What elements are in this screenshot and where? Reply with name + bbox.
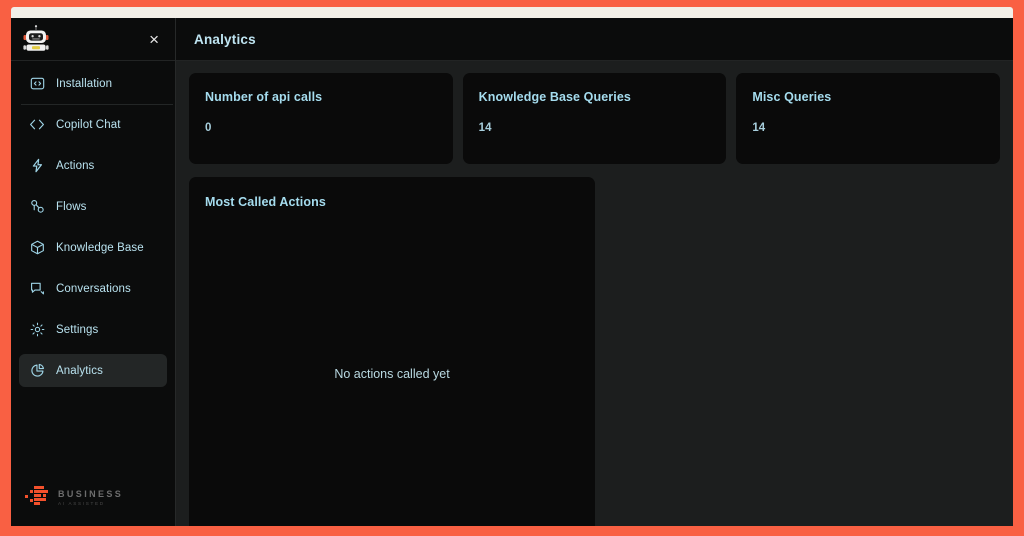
sidebar-item-label: Conversations <box>56 282 131 295</box>
pie-chart-icon <box>29 363 45 379</box>
stat-card-knowledge-base-queries: Knowledge Base Queries 14 <box>462 73 727 164</box>
main-area: Analytics Number of api calls 0 Knowledg… <box>176 18 1013 526</box>
sidebar-item-actions[interactable]: Actions <box>19 149 167 182</box>
stat-title: Number of api calls <box>205 90 323 104</box>
sidebar-item-flows[interactable]: Flows <box>19 190 167 223</box>
sidebar-item-label: Flows <box>56 200 87 213</box>
sidebar-item-label: Analytics <box>56 364 103 377</box>
page-title: Analytics <box>194 31 256 47</box>
gear-icon <box>29 322 45 338</box>
sidebar-item-label: Actions <box>56 159 95 172</box>
sidebar-item-copilot-chat[interactable]: Copilot Chat <box>19 108 167 141</box>
sidebar-nav: Installation Copilot Chat Actions Flows … <box>11 61 175 474</box>
most-called-actions-panel: Most Called Actions No actions called ye… <box>189 177 595 526</box>
brand-name: BUSINESS <box>58 488 124 499</box>
code-box-icon <box>29 76 45 92</box>
sidebar-header: × <box>11 18 175 61</box>
sidebar-item-conversations[interactable]: Conversations <box>19 272 167 305</box>
stat-value: 14 <box>752 122 766 134</box>
stat-value: 0 <box>205 122 212 134</box>
panel-title: Most Called Actions <box>205 195 326 209</box>
sidebar-item-installation[interactable]: Installation <box>19 67 173 105</box>
app-frame: × Installation Copilot Chat Actions Flow… <box>0 0 1024 536</box>
sidebar-item-label: Copilot Chat <box>56 118 121 131</box>
stats-row: Number of api calls 0 Knowledge Base Que… <box>189 73 1001 164</box>
robot-avatar-icon <box>19 22 53 56</box>
stat-value: 14 <box>478 122 492 134</box>
sidebar: × Installation Copilot Chat Actions Flow… <box>11 18 176 526</box>
lightning-bolt-icon <box>29 158 45 174</box>
sidebar-item-settings[interactable]: Settings <box>19 313 167 346</box>
flow-nodes-icon <box>29 199 45 215</box>
app-window: × Installation Copilot Chat Actions Flow… <box>11 18 1013 526</box>
brand-logo: BUSINESS AI ASSISTED <box>11 474 175 526</box>
panel-empty-message: No actions called yet <box>334 367 450 381</box>
sidebar-item-label: Settings <box>56 323 99 336</box>
business-blocks-logo-icon <box>25 486 51 508</box>
stat-card-misc-queries: Misc Queries 14 <box>736 73 1001 164</box>
sidebar-item-analytics[interactable]: Analytics <box>19 354 167 387</box>
code-brackets-icon <box>29 117 45 133</box>
close-icon[interactable]: × <box>145 29 163 50</box>
sidebar-item-label: Knowledge Base <box>56 241 144 254</box>
sidebar-item-label: Installation <box>56 77 113 90</box>
stat-card-api-calls: Number of api calls 0 <box>189 73 453 164</box>
sidebar-item-knowledge-base[interactable]: Knowledge Base <box>19 231 167 264</box>
page-header: Analytics <box>176 18 1013 61</box>
cube-box-icon <box>29 240 45 256</box>
stat-title: Misc Queries <box>752 90 832 104</box>
chat-bubbles-icon <box>29 281 45 297</box>
panel-row: Most Called Actions No actions called ye… <box>189 177 1000 526</box>
brand-tagline: AI ASSISTED <box>58 500 105 506</box>
stat-title: Knowledge Base Queries <box>478 90 631 104</box>
page-content: Number of api calls 0 Knowledge Base Que… <box>176 61 1013 526</box>
